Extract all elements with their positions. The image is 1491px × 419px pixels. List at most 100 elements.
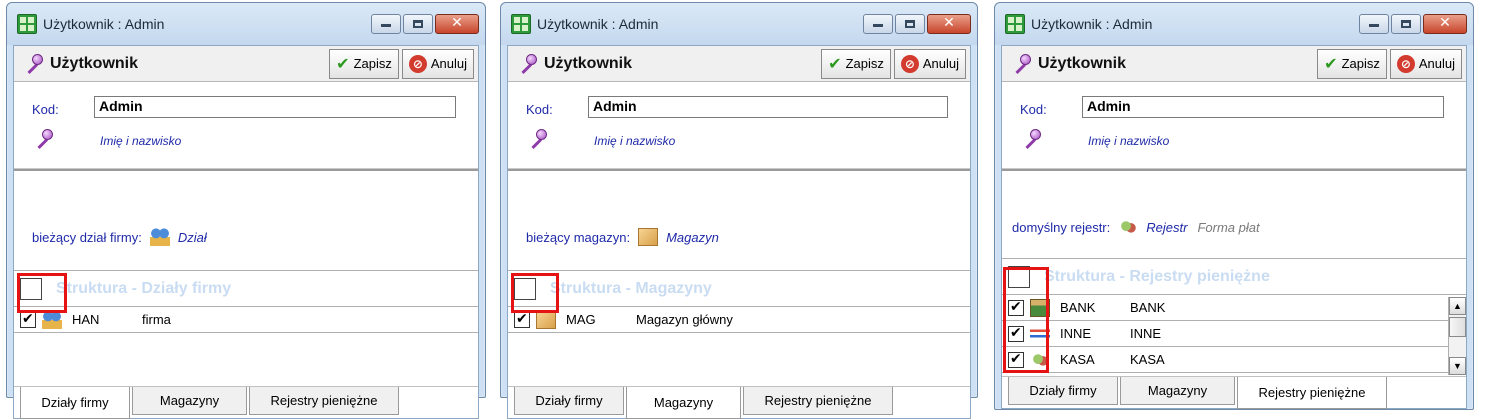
kod-field[interactable]: Admin <box>94 96 456 118</box>
row-name: KASA <box>1130 352 1165 367</box>
user-window-1: Użytkownik : Admin Użytkownik ✔Zapisz ⊘A… <box>6 2 486 419</box>
grid-title: Struktura - Rejestry pieniężne <box>1044 267 1270 285</box>
scroll-up-icon[interactable]: ▲ <box>1449 297 1466 315</box>
grid-header: Struktura - Działy firmy <box>14 271 478 307</box>
tab-magazyny[interactable]: Magazyny <box>1120 377 1235 405</box>
save-button[interactable]: ✔ Zapisz <box>821 48 891 79</box>
save-label: Zapisz <box>845 56 884 71</box>
ref-link[interactable]: Magazyn <box>666 230 719 245</box>
row-checkbox[interactable] <box>514 310 530 328</box>
tab-rejestry[interactable]: Rejestry pieniężne <box>743 387 893 415</box>
cancel-button[interactable]: ⊘ Anuluj <box>893 48 966 79</box>
coins-icon <box>1118 218 1139 236</box>
payment-form-link[interactable]: Forma płat <box>1197 220 1259 235</box>
people-icon <box>42 310 62 329</box>
bank-icon <box>1030 298 1050 317</box>
form-header: Użytkownik ✔ Zapisz ⊘ Anuluj <box>1002 46 1466 82</box>
row-code: INNE <box>1060 326 1092 341</box>
row-checkbox[interactable] <box>20 310 36 328</box>
tab-bar: Działy firmy Magazyny Rejestry pieniężne <box>1002 376 1466 409</box>
minimize-button[interactable] <box>1359 14 1389 34</box>
scroll-thumb[interactable] <box>1449 317 1466 337</box>
cancel-label: Anuluj <box>1418 56 1455 71</box>
name-link[interactable]: Imię i nazwisko <box>594 134 675 148</box>
tab-magazyny[interactable]: Magazyny <box>132 387 247 415</box>
tab-bar: Działy firmy Magazyny Rejestry pieniężne <box>14 386 478 419</box>
maximize-button[interactable] <box>403 14 433 34</box>
grid-title: Struktura - Magazyny <box>550 279 712 297</box>
box-icon[interactable] <box>514 277 536 300</box>
save-button[interactable]: ✔ Zapisz <box>329 48 399 79</box>
window-body: Użytkownik ✔ Zapisz ⊘ Anuluj Kod: Admin Im… <box>1001 45 1467 409</box>
key-icon <box>22 53 44 75</box>
cancel-button[interactable]: ⊘ Anuluj <box>401 48 474 79</box>
user-window-3: Użytkownik : Admin Użytkownik ✔Zapisz ⊘A… <box>994 2 1474 410</box>
key-icon <box>526 128 548 150</box>
scroll-down-icon[interactable]: ▼ <box>1449 357 1466 375</box>
save-button[interactable]: ✔ Zapisz <box>1317 48 1387 79</box>
row-name: Magazyn główny <box>636 312 733 327</box>
tab-dzialy-firmy[interactable]: Działy firmy <box>20 387 130 419</box>
tab-rejestry[interactable]: Rejestry pieniężne <box>1237 377 1387 409</box>
title-bar[interactable]: Użytkownik : Admin <box>7 3 485 45</box>
kod-field[interactable]: Admin <box>588 96 948 118</box>
table-row[interactable]: MAG Magazyn główny <box>508 307 970 333</box>
minimize-button[interactable] <box>371 14 401 34</box>
separator <box>1002 168 1466 171</box>
maximize-button[interactable] <box>895 14 925 34</box>
tab-bar: Działy firmy Magazyny Rejestry pieniężne <box>508 386 970 419</box>
key-icon <box>516 53 538 75</box>
row-name: INNE <box>1130 326 1162 341</box>
box-icon <box>638 228 659 246</box>
title-bar[interactable]: Użytkownik : Admin <box>995 3 1473 45</box>
table-row[interactable]: INNE INNE <box>1002 321 1466 347</box>
reference-row: bieżący dział firmy: Dział <box>32 228 207 246</box>
kod-label: Kod: <box>1020 102 1047 117</box>
close-button[interactable] <box>435 14 479 34</box>
ref-link[interactable]: Rejestr <box>1146 220 1187 235</box>
name-link[interactable]: Imię i nazwisko <box>1088 134 1169 148</box>
name-link[interactable]: Imię i nazwisko <box>100 134 181 148</box>
save-label: Zapisz <box>353 56 392 71</box>
kod-field[interactable]: Admin <box>1082 96 1444 118</box>
coins-icon <box>1030 350 1050 369</box>
key-icon <box>32 128 54 150</box>
row-checkbox[interactable] <box>1008 298 1024 316</box>
coins-icon[interactable] <box>1008 265 1030 288</box>
maximize-button[interactable] <box>1391 14 1421 34</box>
form-header: Użytkownik ✔ Zapisz ⊘ Anuluj <box>14 46 478 82</box>
close-button[interactable] <box>927 14 971 34</box>
table-row[interactable]: HAN firma <box>14 307 478 333</box>
vertical-scrollbar[interactable]: ▲ ▼ <box>1448 297 1466 375</box>
close-button[interactable] <box>1423 14 1467 34</box>
cancel-label: Anuluj <box>922 56 959 71</box>
people-icon[interactable] <box>20 277 42 300</box>
kod-label: Kod: <box>32 102 59 117</box>
app-icon <box>1005 14 1025 34</box>
tab-magazyny[interactable]: Magazyny <box>626 387 741 419</box>
tab-dzialy-firmy[interactable]: Działy firmy <box>514 387 624 415</box>
tab-rejestry[interactable]: Rejestry pieniężne <box>249 387 399 415</box>
row-code: BANK <box>1060 300 1096 315</box>
checkmark-icon: ✔ <box>336 55 350 73</box>
row-code: HAN <box>72 312 100 327</box>
form-area: Kod: Admin Imię i nazwisko bieżący magaz… <box>508 82 970 270</box>
user-window-2: Użytkownik : Admin Użytkownik ✔Zapisz ⊘A… <box>500 2 978 419</box>
cancel-button[interactable]: ⊘ Anuluj <box>1389 48 1462 79</box>
row-checkbox[interactable] <box>1008 324 1024 342</box>
tab-dzialy-firmy[interactable]: Działy firmy <box>1008 377 1118 405</box>
table-row[interactable]: KASA KASA <box>1002 347 1466 373</box>
form-title: Użytkownik <box>1038 54 1127 72</box>
key-icon <box>1020 128 1042 150</box>
window-title: Użytkownik : Admin <box>43 16 165 32</box>
grid-header: Struktura - Magazyny <box>508 271 970 307</box>
row-name: firma <box>142 312 171 327</box>
title-bar[interactable]: Użytkownik : Admin <box>501 3 977 45</box>
ref-link[interactable]: Dział <box>178 230 207 245</box>
window-body: Użytkownik ✔ Zapisz ⊘ Anuluj Kod: Admin Im… <box>507 45 971 419</box>
table-row[interactable]: BANK BANK <box>1002 295 1466 321</box>
box-icon <box>536 310 556 329</box>
minimize-button[interactable] <box>863 14 893 34</box>
people-icon <box>149 228 170 246</box>
row-checkbox[interactable] <box>1008 350 1024 368</box>
